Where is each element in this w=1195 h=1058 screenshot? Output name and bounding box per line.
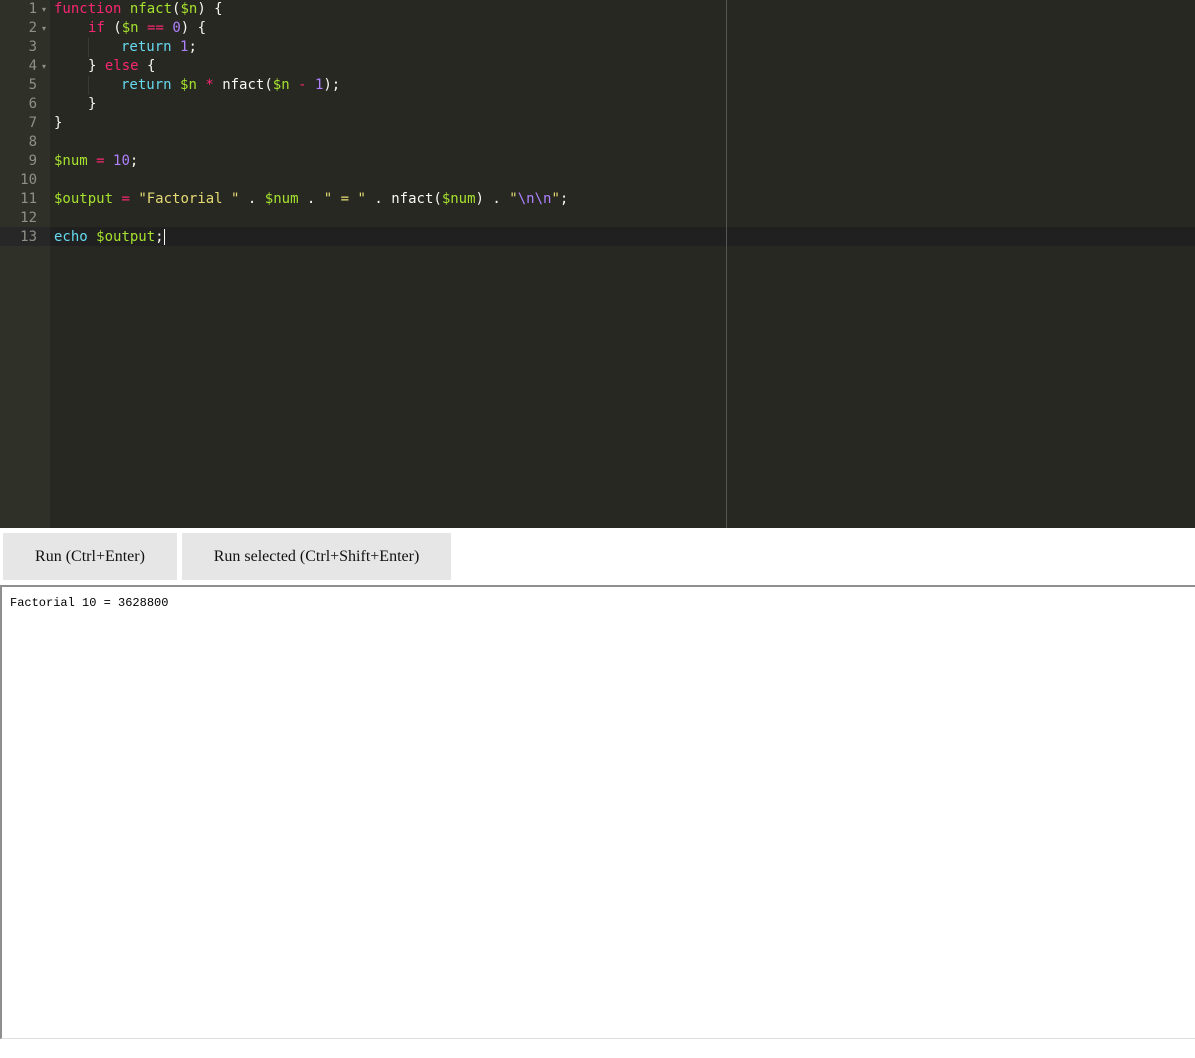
code-editor[interactable]: 1 2 3 4 5 6 7 8 9 10 11 12 13 ▾ ▾ ▾ func… [0,0,1195,528]
punctuation: ; [188,39,197,55]
line-number: 6 [28,96,37,112]
line-number: 9 [28,153,37,169]
variable: $num [441,191,476,207]
fold-toggle-icon[interactable]: ▾ [40,57,48,76]
keyword-if: if [88,20,105,36]
line-number: 11 [20,191,37,207]
function-call: nfact( [391,191,442,207]
line-number: 5 [28,77,37,93]
run-button[interactable]: Run (Ctrl+Enter) [3,533,177,580]
code-line-2[interactable]: if ($n == 0) { [88,19,206,38]
variable: $output [54,191,114,207]
indent-guide [88,38,89,57]
output-text: Factorial 10 = 3628800 [10,596,169,610]
string-literal: "Factorial " [138,191,240,207]
keyword-function: function [54,1,122,17]
variable: $num [264,191,299,207]
line-number: 13 [20,229,37,245]
punctuation: } [88,58,105,74]
punctuation: ; [559,191,569,207]
operator: = [121,191,130,207]
line-number: 1 [28,1,37,17]
line-number-gutter: 1 2 3 4 5 6 7 8 9 10 11 12 13 ▾ ▾ ▾ [0,0,50,528]
concat-operator: . [239,191,265,207]
variable: $num [54,153,88,169]
variable: $n [180,1,198,17]
punctuation: { [138,58,156,74]
code-line-1[interactable]: function nfact($n) { [54,0,223,19]
line-number: 2 [28,20,37,36]
concat-operator: . [483,191,510,207]
function-call: nfact( [222,77,273,93]
run-selected-button[interactable]: Run selected (Ctrl+Shift+Enter) [182,533,451,580]
punctuation: ) [475,191,484,207]
code-line-6[interactable]: } [88,95,96,114]
operator: = [96,153,105,169]
indent-guide [88,76,89,95]
punctuation: ; [129,153,139,169]
variable: $n [121,20,139,36]
code-line-3[interactable]: return 1; [121,38,197,57]
concat-operator: . [298,191,324,207]
punctuation: ) { [197,1,223,17]
line-number: 7 [28,115,37,131]
code-line-4[interactable]: } else { [88,57,155,76]
punctuation: ) { [180,20,207,36]
concat-operator: . [365,191,392,207]
keyword-else: else [104,58,139,74]
keyword-return: return [121,77,172,93]
active-line-highlight [50,227,1195,246]
fold-toggle-icon[interactable]: ▾ [40,19,48,38]
line-number: 10 [20,172,37,188]
text-cursor [163,229,165,245]
escape-sequence: \n\n [517,191,552,207]
punctuation: } [54,115,63,131]
punctuation: ); [323,77,341,93]
string-literal: " = " [323,191,366,207]
line-number: 8 [28,134,37,150]
code-line-11[interactable]: $output = "Factorial " . $num . " = " . … [54,190,568,209]
string-quote: " [551,191,560,207]
print-margin [726,0,727,528]
output-panel[interactable]: Factorial 10 = 3628800 [0,585,1195,1039]
operator: == [147,20,164,36]
function-name: nfact [129,1,173,17]
string-quote: " [509,191,518,207]
run-toolbar: Run (Ctrl+Enter) Run selected (Ctrl+Shif… [0,528,1195,584]
punctuation: } [88,96,97,112]
code-line-7[interactable]: } [54,114,62,133]
line-number: 4 [28,58,37,74]
keyword-return: return [121,39,172,55]
punctuation: ; [155,229,164,245]
code-line-13[interactable]: echo $output; [54,228,165,247]
punctuation: ( [104,20,122,36]
line-number: 3 [28,39,37,55]
operator: * [205,77,214,93]
operator: - [298,77,307,93]
variable: $n [180,77,197,93]
keyword-echo: echo [54,229,88,245]
number-literal: 0 [172,20,181,36]
line-number: 12 [20,210,37,226]
variable: $output [96,229,156,245]
code-line-9[interactable]: $num = 10; [54,152,138,171]
variable: $n [272,77,290,93]
number-literal: 10 [113,153,130,169]
fold-toggle-icon[interactable]: ▾ [40,0,48,19]
code-line-5[interactable]: return $n * nfact($n - 1); [121,76,340,95]
